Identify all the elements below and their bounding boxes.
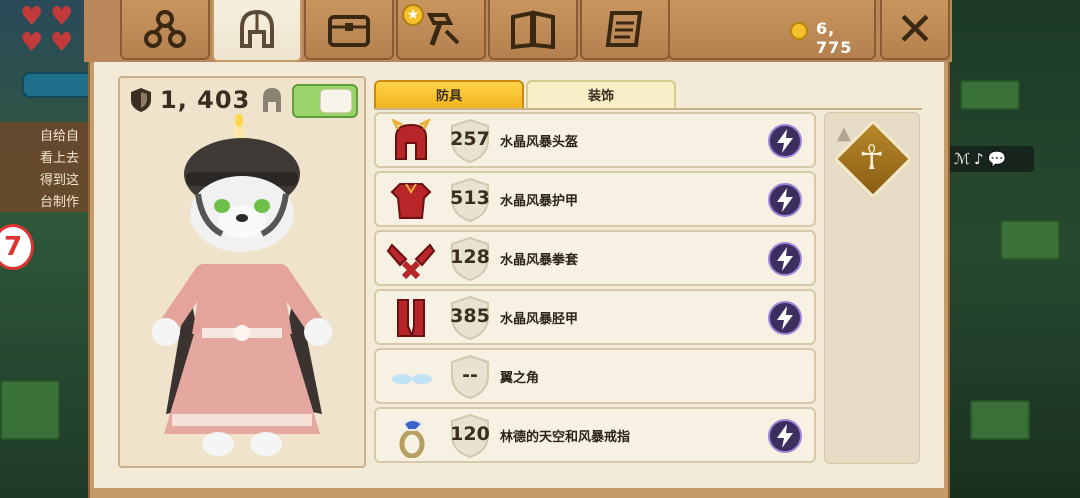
upgrade-bolt-icon[interactable] xyxy=(768,124,802,158)
hint-line: 得到这 xyxy=(40,173,80,188)
armor-value: 513 xyxy=(450,187,490,209)
helmet-icon xyxy=(240,9,274,48)
background-block xyxy=(1000,220,1060,260)
scroll-icon xyxy=(605,11,643,47)
heart-icon: ♥ xyxy=(20,2,44,32)
character-model xyxy=(152,114,332,456)
character-preview: 1, 403 xyxy=(118,76,366,468)
upgrade-bolt-icon[interactable] xyxy=(768,419,802,453)
health-hearts: ♥ ♥ ♥ ♥ xyxy=(20,4,90,56)
tab-armor[interactable]: 防具 xyxy=(374,80,524,110)
shield-icon xyxy=(131,88,151,112)
item-name: 林德的天空和风暴戒指 xyxy=(500,430,631,445)
item-name: 水晶风暴胫甲 xyxy=(500,312,579,327)
upgrade-bolt-icon[interactable] xyxy=(768,242,802,276)
armor-total-value: 1, 403 xyxy=(160,86,251,114)
background-block xyxy=(970,400,1030,440)
equipment-slot-helmet[interactable]: 257 水晶风暴头盔 xyxy=(374,112,816,168)
equipment-slot-legs[interactable]: 385 水晶风暴胫甲 xyxy=(374,289,816,345)
chat-toolbar[interactable]: ℳ♪💬 xyxy=(948,146,1034,172)
emote-icon[interactable]: ℳ xyxy=(954,150,974,168)
coin-counter: 6, 775 xyxy=(668,0,876,60)
upgrade-bolt-icon[interactable] xyxy=(768,301,802,335)
equipment-slot-wings[interactable]: -- 翼之角 xyxy=(374,348,816,404)
tab-crafting[interactable]: ★ xyxy=(396,0,486,60)
equipment-slot-chest[interactable]: 513 水晶风暴护甲 xyxy=(374,171,816,227)
armor-total-row: 1, 403 xyxy=(130,86,251,114)
star-icon: ★ xyxy=(402,4,424,26)
coin-amount: 6, 775 xyxy=(816,19,853,57)
wing-horn-icon xyxy=(392,374,432,384)
coin-icon xyxy=(790,22,808,40)
tab-quests[interactable] xyxy=(580,0,670,60)
armor-value: 120 xyxy=(450,423,490,445)
toggle-knob xyxy=(320,89,352,113)
upgrade-bolt-icon[interactable] xyxy=(768,183,802,217)
tab-backpack[interactable] xyxy=(304,0,394,60)
relic-slot[interactable]: ▲ ☥ xyxy=(824,112,920,464)
heart-icon: ♥ xyxy=(50,28,74,58)
armor-value: -- xyxy=(462,364,478,386)
heart-icon: ♥ xyxy=(50,2,74,32)
item-name: 水晶风暴头盔 xyxy=(500,135,579,150)
close-button[interactable]: ✕ xyxy=(880,0,950,60)
hint-line: 看上去 xyxy=(40,151,80,166)
item-name: 水晶风暴拳套 xyxy=(500,253,579,268)
tab-skill-tree[interactable] xyxy=(120,0,210,60)
tab-equipment[interactable] xyxy=(212,0,302,62)
hint-note: 自给自 看上去 得到这 台制作 xyxy=(0,122,96,212)
show-helmet-toggle[interactable] xyxy=(292,84,358,118)
red-gauntlets-icon xyxy=(386,243,436,280)
ankh-icon: ☥ xyxy=(859,138,885,178)
book-icon xyxy=(511,10,555,50)
ring-icon xyxy=(399,419,425,458)
item-name: 翼之角 xyxy=(500,371,540,386)
panel-frame-bottom xyxy=(90,488,948,498)
equipment-slot-ring[interactable]: 120 林德的天空和风暴戒指 xyxy=(374,407,816,463)
nodes-icon xyxy=(144,10,186,48)
background-block xyxy=(0,380,60,440)
chest-icon xyxy=(328,15,370,47)
tab-divider xyxy=(374,108,922,110)
red-armor-icon xyxy=(390,183,432,219)
chat-bubble-icon[interactable]: 💬 xyxy=(988,150,1011,168)
heart-icon: ♥ xyxy=(20,28,44,58)
helmet-icon xyxy=(263,88,281,112)
red-greaves-icon xyxy=(397,299,425,337)
armor-value: 257 xyxy=(450,128,490,150)
armor-value: 385 xyxy=(450,305,490,327)
equipment-slot-gloves[interactable]: 128 水晶风暴拳套 xyxy=(374,230,816,286)
red-helmet-icon xyxy=(391,119,431,160)
item-name: 水晶风暴护甲 xyxy=(500,194,579,209)
armor-value: 128 xyxy=(450,246,490,268)
background-block xyxy=(960,80,1020,110)
hint-line: 台制作 xyxy=(40,195,80,210)
tab-decoration[interactable]: 装饰 xyxy=(526,80,676,110)
tab-codex[interactable] xyxy=(488,0,578,60)
voice-icon[interactable]: ♪ xyxy=(974,150,988,168)
hint-line: 自给自 xyxy=(40,129,80,144)
